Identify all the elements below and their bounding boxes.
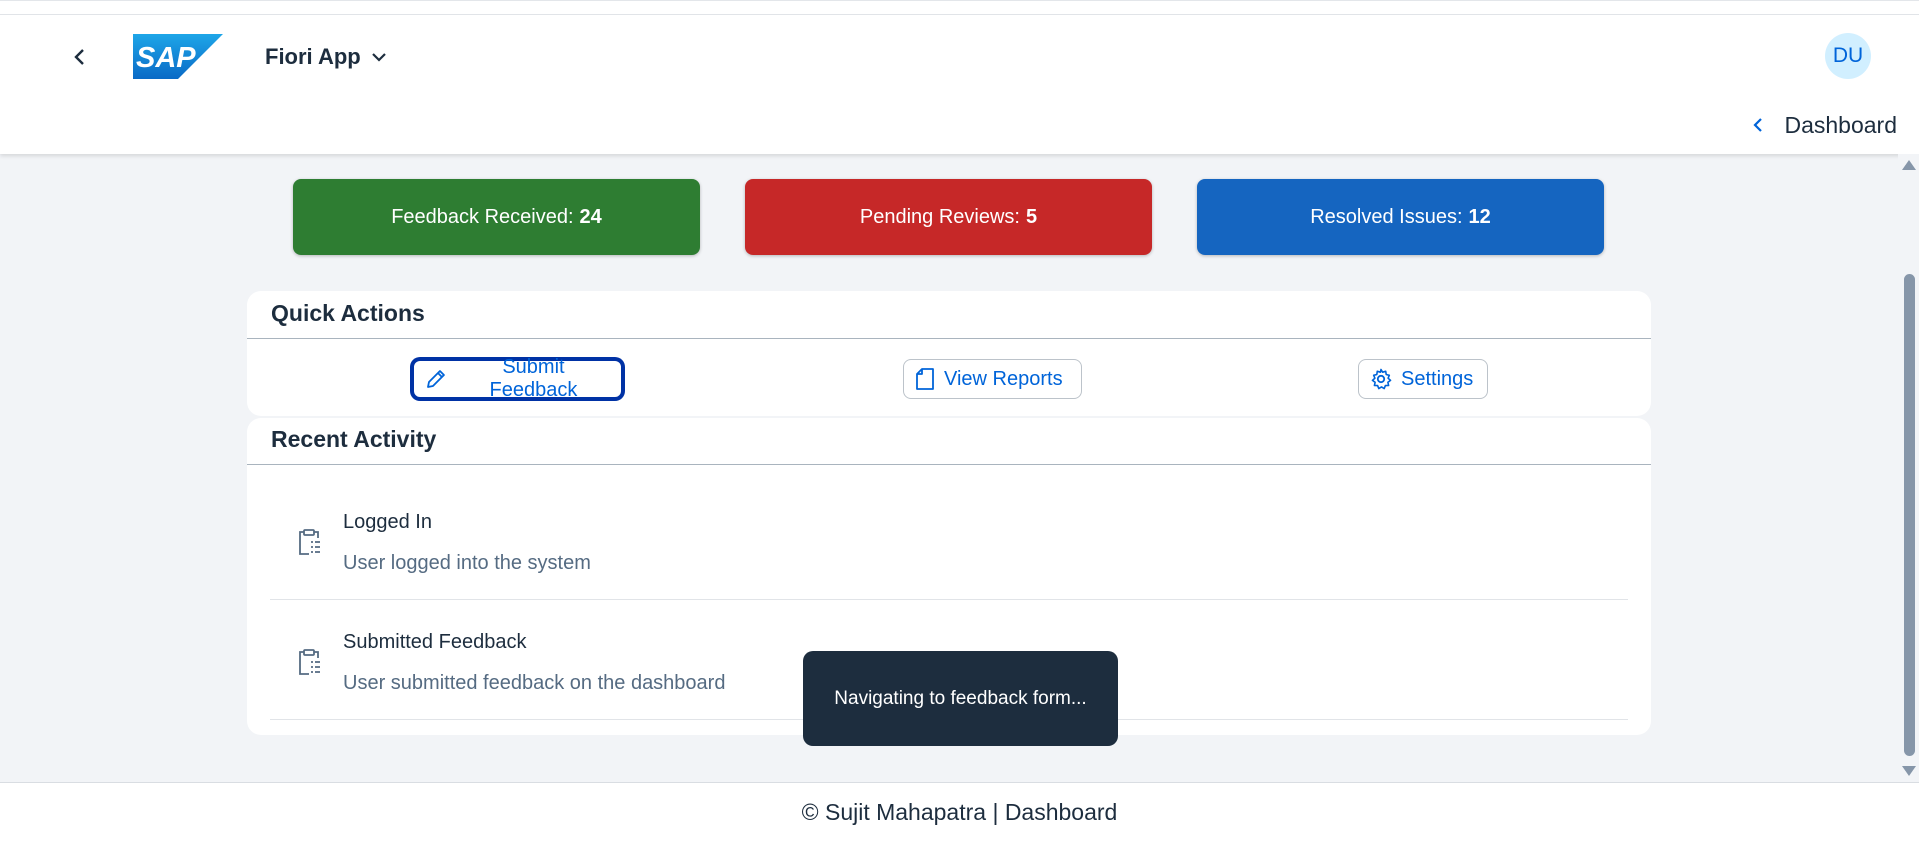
subnav-label[interactable]: Dashboard xyxy=(1784,112,1897,139)
view-reports-label: View Reports xyxy=(944,367,1063,390)
back-button[interactable] xyxy=(64,41,96,73)
clipboard-list-icon xyxy=(299,529,320,555)
kpi-value: 12 xyxy=(1468,205,1491,228)
settings-label: Settings xyxy=(1401,367,1474,390)
kpi-resolved-issues: Resolved Issues: 12 xyxy=(1197,179,1604,255)
scrollbar-thumb[interactable] xyxy=(1904,274,1915,756)
header-top-divider xyxy=(0,14,1919,15)
view-reports-button[interactable]: View Reports xyxy=(903,359,1082,399)
recent-activity-title: Recent Activity xyxy=(271,426,437,452)
user-avatar[interactable]: DU xyxy=(1825,33,1871,79)
settings-button[interactable]: Settings xyxy=(1358,359,1488,399)
submit-feedback-label: Submit Feedback xyxy=(489,356,578,401)
quick-actions-title: Quick Actions xyxy=(271,300,425,326)
recent-activity-divider xyxy=(247,464,1651,465)
activity-description: User logged into the system xyxy=(343,552,591,574)
clipboard-list-icon xyxy=(299,649,320,675)
activity-title: Submitted Feedback xyxy=(343,631,527,653)
toast-message: Navigating to feedback form... xyxy=(803,651,1118,746)
document-icon xyxy=(916,368,934,390)
kpi-label: Pending Reviews: xyxy=(859,205,1020,228)
pencil-icon xyxy=(427,370,445,388)
app-title: Fiori App xyxy=(265,44,361,69)
kpi-label: Resolved Issues: xyxy=(1310,205,1463,228)
shell-header: SAP Fiori App DU Dashboard xyxy=(0,0,1919,154)
quick-actions-divider xyxy=(247,338,1651,339)
subnav-breadcrumb[interactable]: Dashboard xyxy=(1752,109,1897,141)
chevron-left-icon[interactable] xyxy=(1752,116,1764,134)
scroll-down-arrow[interactable] xyxy=(1902,766,1916,776)
kpi-feedback-received: Feedback Received: 24 xyxy=(293,179,700,255)
activity-item[interactable]: Logged In User logged into the system xyxy=(270,480,1628,600)
kpi-value: 24 xyxy=(579,205,602,228)
app-title-menu[interactable]: Fiori App xyxy=(265,41,387,73)
page-footer: © Sujit Mahapatra | Dashboard xyxy=(0,782,1919,841)
kpi-pending-reviews: Pending Reviews: 5 xyxy=(745,179,1152,255)
gear-icon xyxy=(1371,368,1392,390)
scroll-up-arrow[interactable] xyxy=(1902,160,1916,170)
svg-text:SAP: SAP xyxy=(136,42,196,74)
kpi-label: Feedback Received: xyxy=(391,205,574,228)
kpi-value: 5 xyxy=(1025,205,1038,228)
chevron-down-icon xyxy=(371,53,386,62)
sap-logo[interactable]: SAP xyxy=(133,34,223,79)
submit-feedback-button[interactable]: Submit Feedback xyxy=(412,356,623,401)
activity-title: Logged In xyxy=(343,511,432,533)
chevron-left-icon xyxy=(74,49,84,65)
footer-text: © Sujit Mahapatra | Dashboard xyxy=(801,798,1118,825)
activity-description: User submitted feedback on the dashboard xyxy=(343,672,726,694)
